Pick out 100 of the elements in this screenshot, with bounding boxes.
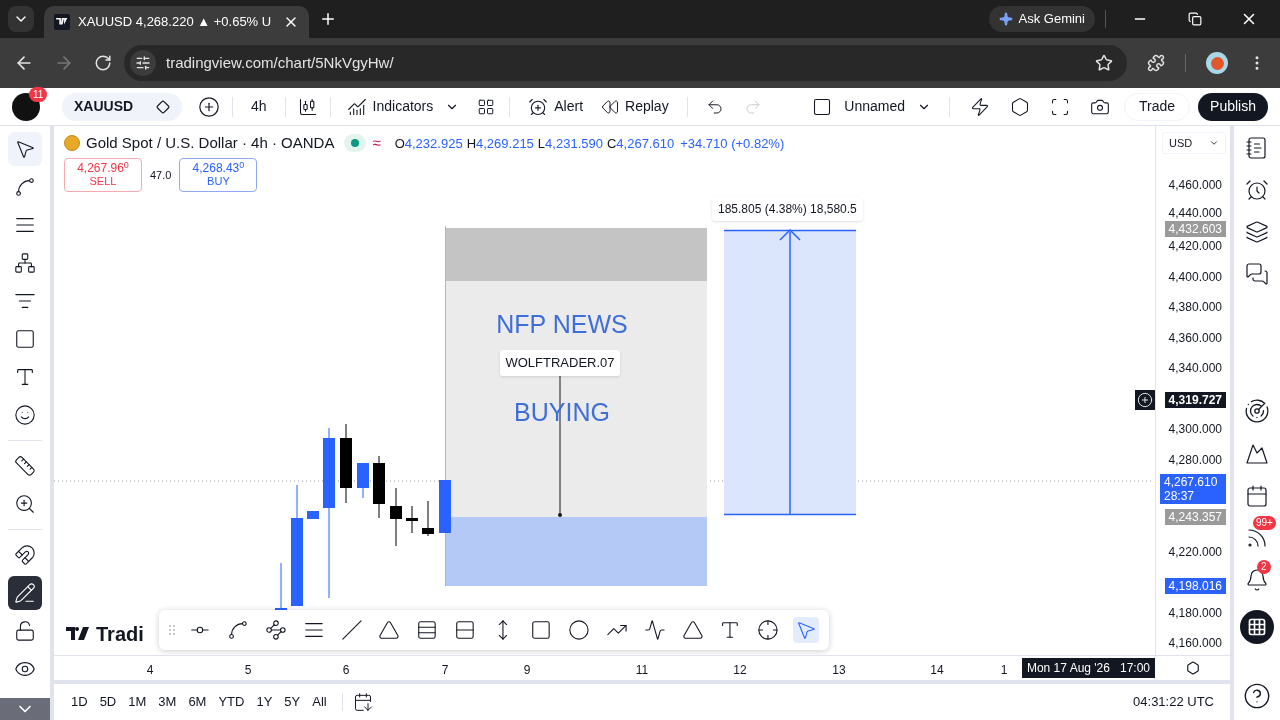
rewind-icon [601, 97, 620, 116]
buy-button[interactable]: 4,268.43$^{0}$ BUY [179, 158, 258, 192]
profile-avatar[interactable] [1206, 52, 1228, 74]
candlestick-icon[interactable] [297, 96, 318, 117]
candle [439, 479, 451, 534]
range-button[interactable]: YTD [213, 689, 250, 715]
url-text: tradingview.com/chart/5NkVgyHw/ [166, 52, 394, 73]
site-info-icon[interactable] [130, 50, 156, 76]
layers-icon[interactable] [1245, 220, 1269, 244]
mountain-icon[interactable] [1245, 442, 1269, 466]
range-button[interactable]: 1Y [251, 689, 278, 715]
range-button[interactable]: All [307, 689, 332, 715]
price-tick-label: 4,220.000 [1167, 544, 1223, 560]
chat-icon[interactable] [1245, 262, 1269, 286]
sparkle-icon [998, 12, 1013, 26]
alerts-badge: 2 [1257, 560, 1271, 574]
magnet-icon [14, 544, 36, 566]
interval-button[interactable]: 4h [245, 96, 273, 117]
headline-text: NFP NEWS [495, 309, 629, 340]
settings-icon[interactable] [1010, 96, 1030, 117]
alarm-clock-icon [528, 96, 549, 117]
time-tick-label: 12 [733, 662, 747, 679]
calendar-icon[interactable] [1245, 484, 1269, 508]
restore-icon[interactable] [1188, 12, 1202, 26]
pencil-icon [14, 582, 36, 604]
logo-icon [66, 627, 92, 641]
price-tag: 4,243.357 [1164, 509, 1226, 525]
price-tick-label: 4,400.000 [1167, 269, 1223, 285]
drawing-tool-button[interactable] [8, 132, 42, 166]
settings-icon[interactable] [1185, 661, 1200, 675]
price-tag: 4,432.603 [1164, 221, 1226, 237]
price-tick-label: 4,160.000 [1167, 635, 1223, 651]
extensions-icon[interactable] [1147, 54, 1165, 72]
price-tick-label: 4,460.000 [1167, 177, 1223, 193]
range-button[interactable]: 6M [183, 689, 212, 715]
chart-icon [346, 96, 367, 117]
smiley-icon [14, 404, 36, 426]
currency-dropdown[interactable]: USD [1162, 132, 1226, 154]
apps-button[interactable] [1240, 610, 1274, 644]
cursor-icon [14, 138, 36, 160]
layout-button[interactable]: Unnamed [808, 96, 935, 117]
lightning-icon[interactable] [970, 96, 990, 117]
logo-text: Tradi [96, 622, 144, 647]
time-tick-label: 13 [832, 662, 846, 679]
undo-icon[interactable] [705, 97, 724, 116]
price-tick-label: 4,180.000 [1167, 605, 1223, 621]
sell-button[interactable]: 4,267.96$^{0}$ SELL [64, 158, 142, 192]
price-tick-label: 4,300.000 [1167, 421, 1223, 437]
reload-icon[interactable] [94, 54, 112, 72]
bookmark-star-icon[interactable] [1095, 54, 1113, 72]
time-tick-label: 4 [146, 662, 154, 679]
range-button[interactable]: 5Y [279, 689, 306, 715]
toggle-button[interactable] [8, 576, 42, 610]
candle [422, 500, 434, 537]
symbol-search-field[interactable]: XAUUSD [62, 92, 182, 121]
calendar-icon[interactable] [352, 692, 373, 712]
price-tick-label: 4,340.000 [1167, 360, 1223, 376]
drag-handle-icon[interactable] [169, 625, 175, 635]
ohlc-value: O4,232.925 [394, 134, 463, 153]
chevron-down-icon [1209, 138, 1219, 148]
address-field[interactable]: tradingview.com/chart/5NkVgyHw/ [124, 45, 1127, 81]
rectangle-icon [14, 328, 36, 350]
coin-icon [64, 135, 80, 152]
replay-button[interactable]: Replay [595, 96, 675, 117]
candle [357, 462, 369, 499]
watchlist-icon[interactable] [1245, 136, 1269, 160]
add-symbol-icon[interactable] [198, 95, 220, 118]
range-button[interactable]: 1M [123, 689, 152, 715]
help-icon[interactable] [1243, 682, 1271, 710]
fullscreen-icon[interactable] [1050, 96, 1070, 117]
tab-list-icon[interactable] [8, 6, 34, 32]
alarm-clock-icon[interactable] [1245, 178, 1269, 202]
callout-label: WOLFTRADER.07 [500, 350, 620, 376]
time-tick-label: 5 [244, 662, 252, 679]
grid-icon[interactable] [477, 97, 496, 116]
unlock-icon [14, 620, 36, 642]
diamond-icon[interactable] [156, 99, 170, 114]
browser-tab[interactable]: XAUUSD 4,268.220 ▲ +0.65% U [44, 6, 309, 38]
new-tab-icon[interactable] [319, 10, 337, 28]
alert-button[interactable]: Alert [524, 96, 588, 117]
line-icon [14, 176, 36, 198]
ruler-icon [14, 455, 36, 477]
radar-icon[interactable] [1244, 398, 1270, 424]
time-tick-label: 1 [1000, 662, 1008, 679]
cursor-icon[interactable] [793, 617, 820, 643]
range-button[interactable]: 3M [153, 689, 182, 715]
price-tag: 4,198.016 [1164, 578, 1226, 594]
price-tick-label: 4,420.000 [1167, 238, 1223, 254]
publish-button[interactable]: Publish [1198, 92, 1268, 121]
time-tick-label: 11 [635, 662, 649, 679]
range-button[interactable]: 5D [94, 689, 122, 715]
bell-icon[interactable] [1245, 568, 1269, 592]
price-tag: 4,319.727 [1164, 392, 1226, 408]
time-tick-label: 7 [441, 662, 449, 679]
symbol-title: Gold Spot / U.S. Dollar · 4h · OANDA [86, 133, 335, 153]
tab-title: XAUUSD 4,268.220 ▲ +0.65% U [78, 13, 273, 32]
range-button[interactable]: 1D [66, 689, 93, 715]
indicators-button[interactable]: Indicators [342, 96, 438, 117]
add-alert-icon[interactable] [1135, 390, 1155, 410]
ask-gemini-button[interactable]: Ask Gemini [988, 6, 1095, 32]
